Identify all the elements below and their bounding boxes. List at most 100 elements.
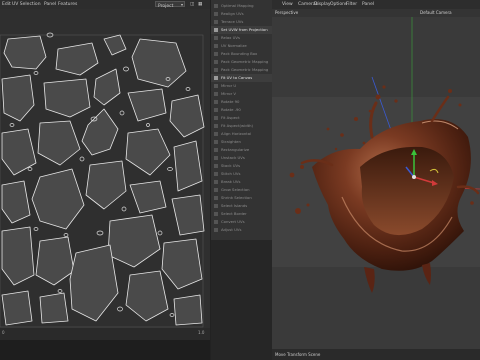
- uv-island: [39, 292, 69, 324]
- palette-item[interactable]: Unstack UVs: [211, 154, 273, 162]
- palette-item[interactable]: Pack Bounding Box: [211, 50, 273, 58]
- palette-item[interactable]: Mirror U: [211, 82, 273, 90]
- palette-item[interactable]: Set UVW from Projection: [211, 26, 273, 34]
- viewport-menu-options[interactable]: Options: [330, 2, 347, 7]
- menu-edit[interactable]: Edit: [2, 2, 11, 7]
- palette-item[interactable]: Shrink Selection: [211, 194, 273, 202]
- 3d-viewport[interactable]: Perspective Default Camera Move: [272, 9, 480, 349]
- palette-item[interactable]: Stack UVs: [211, 162, 273, 170]
- palette-item-label: Mirror U: [221, 83, 237, 88]
- palette-item[interactable]: Realign UVs: [211, 10, 273, 18]
- palette-item[interactable]: Straighten: [211, 138, 273, 146]
- lock-icon[interactable]: ◫: [190, 2, 194, 7]
- palette-item-label: Unstack UVs: [221, 155, 245, 160]
- tool-icon: [214, 108, 218, 112]
- uv-island: [1, 290, 33, 326]
- palette-item-label: Pack Geometric Mapping: [221, 59, 269, 64]
- tool-icon: [214, 100, 218, 104]
- tool-icon: [214, 204, 218, 208]
- palette-item-label: Pack Geometric Mapping: [221, 67, 269, 72]
- palette-item[interactable]: Select Border: [211, 210, 273, 218]
- tool-icon: [214, 220, 218, 224]
- palette-item-label: Grow Selection: [221, 187, 250, 192]
- palette-item[interactable]: Grow Selection: [211, 186, 273, 194]
- palette-item[interactable]: UV Normalize: [211, 42, 273, 50]
- palette-item[interactable]: Rotate -90: [211, 106, 273, 114]
- palette-item[interactable]: Stitch UVs: [211, 170, 273, 178]
- palette-item-label: Stack UVs: [221, 163, 241, 168]
- project-select[interactable]: Project ▾: [155, 1, 185, 9]
- uv-canvas[interactable]: [0, 9, 210, 340]
- palette-item[interactable]: Relax UVs: [211, 34, 273, 42]
- tool-icon: [214, 68, 218, 72]
- viewport-menu-view[interactable]: View: [282, 2, 293, 7]
- menu-panel[interactable]: Panel: [44, 2, 56, 7]
- tool-icon: [214, 12, 218, 16]
- palette-item-label: Rotate 90: [221, 99, 240, 104]
- tool-icon: [214, 164, 218, 168]
- viewport-menu-filter[interactable]: Filter: [346, 2, 357, 7]
- tool-icon: [214, 92, 218, 96]
- palette-item[interactable]: Break UVs: [211, 178, 273, 186]
- uv-coord-max: 1.0: [198, 330, 205, 335]
- palette-item[interactable]: Convert UVs: [211, 218, 273, 226]
- palette-item-label: Set UVW from Projection: [221, 27, 268, 32]
- viewport-menu-display[interactable]: Display: [314, 2, 331, 7]
- palette-item[interactable]: Optimal Mapping: [211, 2, 273, 10]
- palette-item-label: Optimal Mapping: [221, 3, 254, 8]
- viewport-header: Perspective Default Camera: [272, 9, 480, 17]
- palette-item[interactable]: Fit Aspect: [211, 114, 273, 122]
- tool-icon: [214, 52, 218, 56]
- palette-item[interactable]: Rectangularize: [211, 146, 273, 154]
- viewport-menu-panel[interactable]: Panel: [362, 2, 374, 7]
- tool-icon: [214, 132, 218, 136]
- viewport-statusbar: Move Transform Scene: [272, 349, 480, 360]
- view-name[interactable]: Perspective: [275, 10, 298, 15]
- tool-icon: [214, 180, 218, 184]
- palette-item-label: UV Normalize: [221, 43, 247, 48]
- palette-item[interactable]: Fit UV to Canvas: [211, 74, 273, 82]
- palette-item[interactable]: Align Horizontal: [211, 130, 273, 138]
- uv-tools-palette: Optimal Mapping Realign UVs Terrace UVs Set…: [210, 0, 273, 240]
- palette-item[interactable]: Rotate 90: [211, 98, 273, 106]
- tool-icon: [214, 228, 218, 232]
- tool-icon: [214, 76, 218, 80]
- palette-item-label: Fit Aspect: [221, 115, 240, 120]
- palette-item-label: Shrink Selection: [221, 195, 252, 200]
- palette-item-label: Mirror V: [221, 91, 236, 96]
- palette-item[interactable]: Terrace UVs: [211, 18, 273, 26]
- uv-island: [173, 294, 203, 326]
- menu-features[interactable]: Features: [58, 2, 77, 7]
- status-text: Move Transform Scene: [275, 352, 321, 357]
- palette-item[interactable]: Select Islands: [211, 202, 273, 210]
- menu-uv-selection[interactable]: UV Selection: [12, 2, 41, 7]
- chevron-down-icon: ▾: [180, 2, 183, 7]
- grid-icon[interactable]: ▦: [198, 2, 202, 7]
- tool-icon: [214, 212, 218, 216]
- palette-item-label: Fit UV to Canvas: [221, 75, 253, 80]
- uv-layout-svg: [0, 9, 210, 340]
- camera-name[interactable]: Default Camera: [420, 10, 452, 15]
- palette-item-label: Convert UVs: [221, 219, 245, 224]
- tool-icon: [214, 116, 218, 120]
- palette-item-label: Rectangularize: [221, 147, 250, 152]
- palette-item-label: Rotate -90: [221, 107, 241, 112]
- palette-item-label: Pack Bounding Box: [221, 51, 258, 56]
- tool-icon: [214, 196, 218, 200]
- tool-icon: [214, 172, 218, 176]
- tool-icon: [214, 188, 218, 192]
- palette-item-label: Adjust UVs: [221, 227, 242, 232]
- tool-icon: [214, 28, 218, 32]
- palette-item[interactable]: Pack Geometric Mapping: [211, 58, 273, 66]
- tool-icon: [214, 84, 218, 88]
- tool-icon: [214, 124, 218, 128]
- tool-icon: [214, 36, 218, 40]
- tool-icon: [214, 60, 218, 64]
- tool-icon: [214, 148, 218, 152]
- palette-item[interactable]: Fit Aspect(width): [211, 122, 273, 130]
- uv-island: [3, 35, 47, 70]
- palette-item[interactable]: Pack Geometric Mapping: [211, 66, 273, 74]
- palette-item[interactable]: Adjust UVs: [211, 226, 273, 234]
- tool-icon: [214, 44, 218, 48]
- palette-item[interactable]: Mirror V: [211, 90, 273, 98]
